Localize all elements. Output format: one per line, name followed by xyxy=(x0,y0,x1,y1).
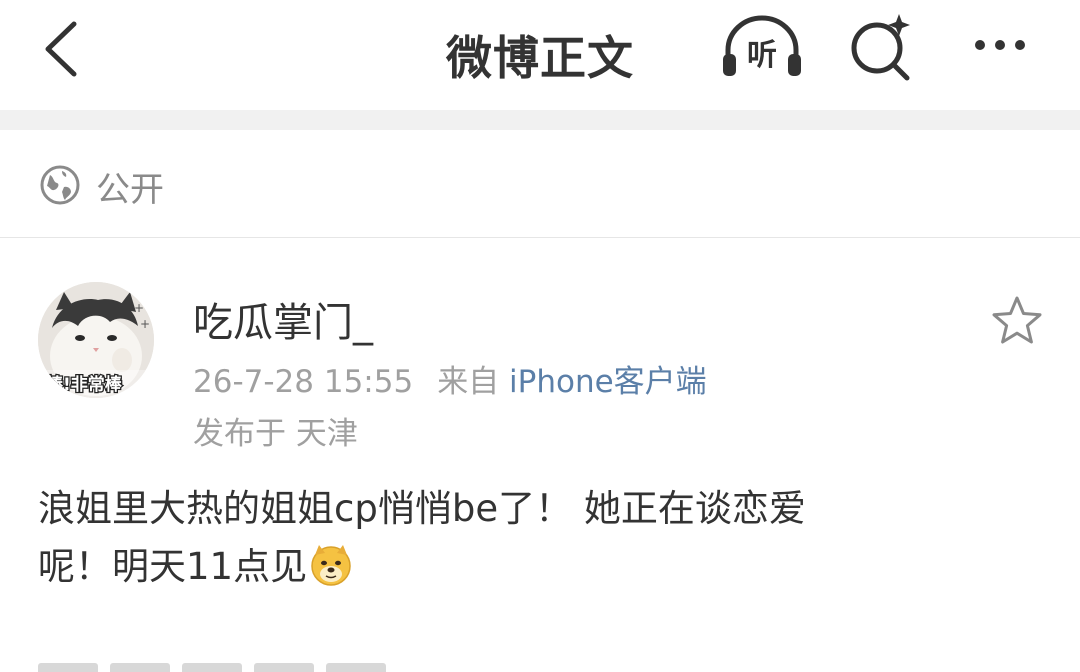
svg-text:+: + xyxy=(140,317,150,331)
next-content-fragment xyxy=(38,660,478,672)
post-location: 发布于 天津 xyxy=(193,416,358,452)
more-dot-icon xyxy=(975,40,985,50)
top-nav-bar: 微博正文 听 xyxy=(0,0,1080,110)
listen-button[interactable]: 听 xyxy=(718,10,806,86)
search-sparkle-icon xyxy=(851,14,910,81)
post-text-line: 呢！明天11点见 xyxy=(38,538,1048,596)
search-button[interactable] xyxy=(845,10,920,86)
visibility-row: 公开 xyxy=(0,130,1080,238)
more-button[interactable] xyxy=(960,20,1040,70)
doge-emoji-icon xyxy=(311,545,351,586)
post-text: 浪姐里大热的姐姐cp悄悄be了！ 她正在谈恋爱 呢！明天11点见 xyxy=(38,480,1048,596)
svg-text:+: + xyxy=(134,301,144,315)
avatar-caption: 棒!非常棒 xyxy=(46,374,123,395)
post-meta: 26-7-28 15:55 来自 iPhone客户端 xyxy=(193,356,707,401)
post-timestamp: 26-7-28 15:55 xyxy=(193,364,414,400)
author-name[interactable]: 吃瓜掌门_ xyxy=(193,290,373,348)
source-link[interactable]: iPhone客户端 xyxy=(509,364,707,400)
globe-icon xyxy=(40,165,80,205)
more-dot-icon xyxy=(1015,40,1025,50)
visibility-label: 公开 xyxy=(96,170,164,210)
star-icon xyxy=(992,296,1042,344)
section-separator xyxy=(0,110,1080,130)
more-dot-icon xyxy=(995,40,1005,50)
avatar[interactable]: 棒!非常棒 + + xyxy=(38,282,154,398)
post-text-line: 浪姐里大热的姐姐cp悄悄be了！ 她正在谈恋爱 xyxy=(38,487,806,530)
favorite-button[interactable] xyxy=(988,292,1046,350)
cat-avatar-image: 棒!非常棒 + + xyxy=(38,282,154,398)
back-button[interactable] xyxy=(30,14,90,84)
listen-label: 听 xyxy=(747,38,777,73)
chevron-left-icon xyxy=(45,21,77,77)
source-prefix: 来自 xyxy=(437,364,500,400)
